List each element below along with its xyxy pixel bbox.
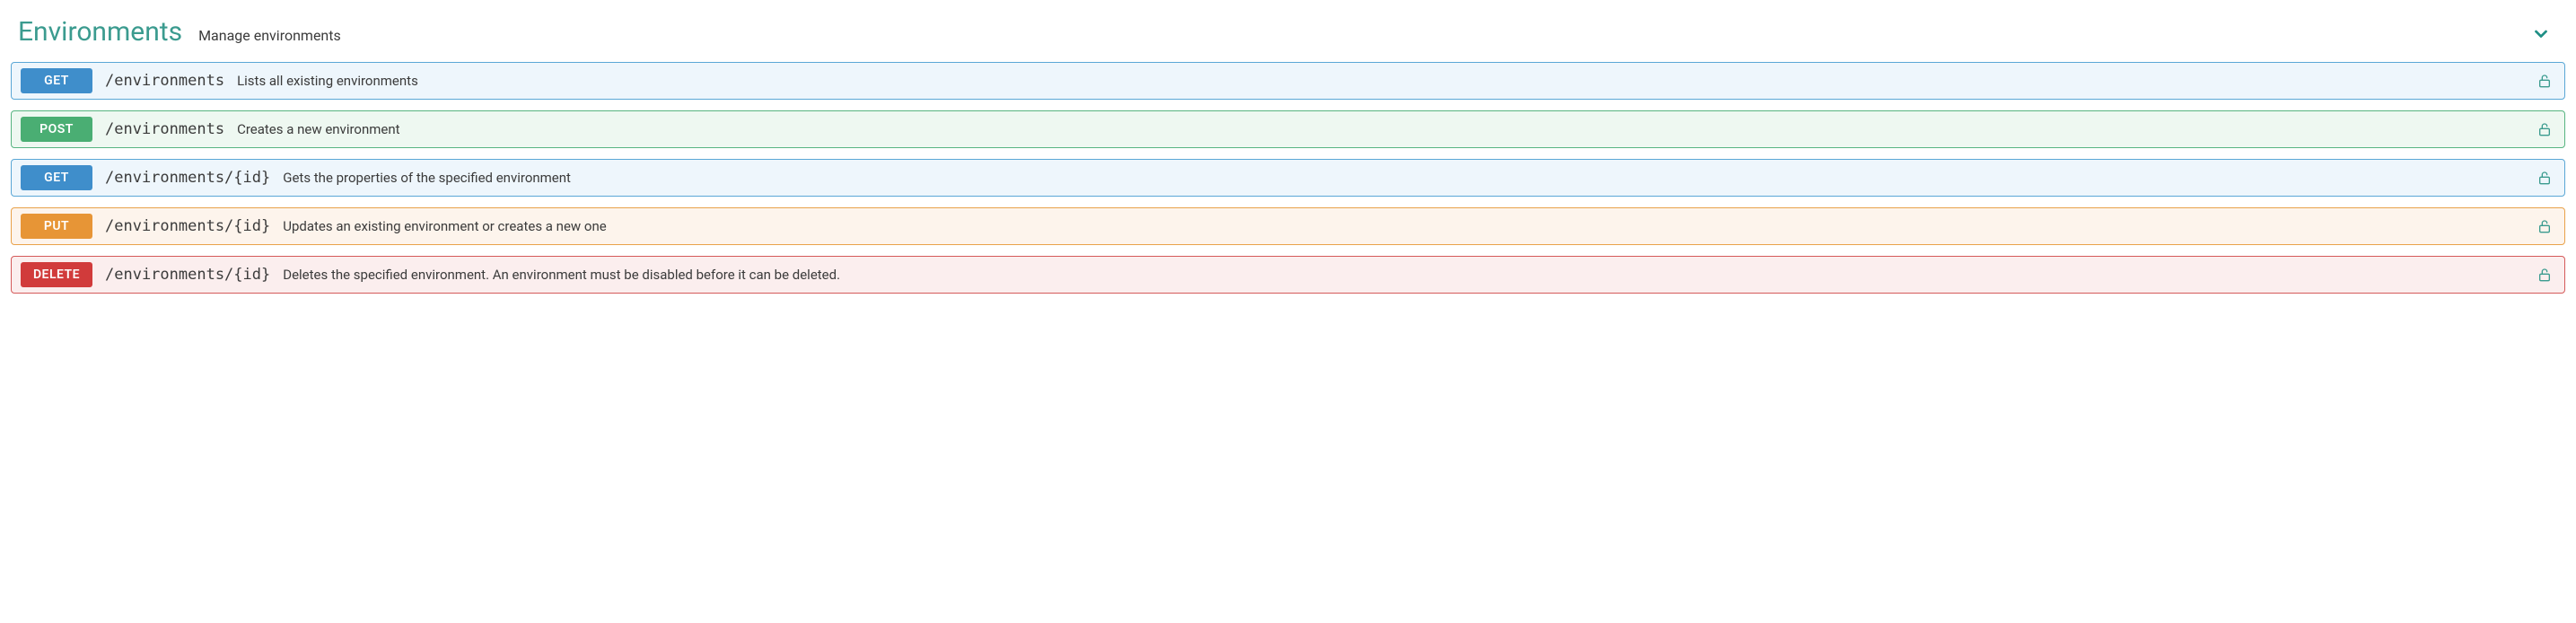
unlock-icon[interactable]: [2537, 73, 2552, 89]
http-method-badge: GET: [21, 165, 92, 190]
operations-list: GET /environments Lists all existing env…: [9, 62, 2567, 294]
section-title: Environments: [18, 16, 182, 48]
operation-row[interactable]: POST /environments Creates a new environ…: [11, 110, 2565, 148]
endpoint-description: Lists all existing environments: [237, 73, 418, 89]
endpoint-description: Gets the properties of the specified env…: [283, 170, 571, 186]
http-method-badge: GET: [21, 68, 92, 93]
endpoint-path: /environments: [105, 120, 224, 138]
endpoint-description: Updates an existing environment or creat…: [283, 218, 606, 234]
section-header[interactable]: Environments Manage environments: [9, 9, 2567, 62]
endpoint-path: /environments/{id}: [105, 169, 270, 187]
chevron-down-icon[interactable]: [2531, 23, 2551, 43]
http-method-badge: POST: [21, 117, 92, 142]
unlock-icon[interactable]: [2537, 170, 2552, 186]
unlock-icon[interactable]: [2537, 218, 2552, 234]
endpoint-path: /environments: [105, 72, 224, 90]
endpoint-description: Creates a new environment: [237, 121, 399, 137]
operation-row[interactable]: GET /environments/{id} Gets the properti…: [11, 159, 2565, 197]
unlock-icon[interactable]: [2537, 267, 2552, 283]
section-subtitle: Manage environments: [198, 27, 341, 44]
http-method-badge: DELETE: [21, 262, 92, 287]
endpoint-description: Deletes the specified environment. An en…: [283, 267, 840, 283]
operation-row[interactable]: GET /environments Lists all existing env…: [11, 62, 2565, 100]
unlock-icon[interactable]: [2537, 121, 2552, 137]
endpoint-path: /environments/{id}: [105, 266, 270, 284]
operation-row[interactable]: PUT /environments/{id} Updates an existi…: [11, 207, 2565, 245]
endpoint-path: /environments/{id}: [105, 217, 270, 235]
http-method-badge: PUT: [21, 214, 92, 239]
operation-row[interactable]: DELETE /environments/{id} Deletes the sp…: [11, 256, 2565, 294]
